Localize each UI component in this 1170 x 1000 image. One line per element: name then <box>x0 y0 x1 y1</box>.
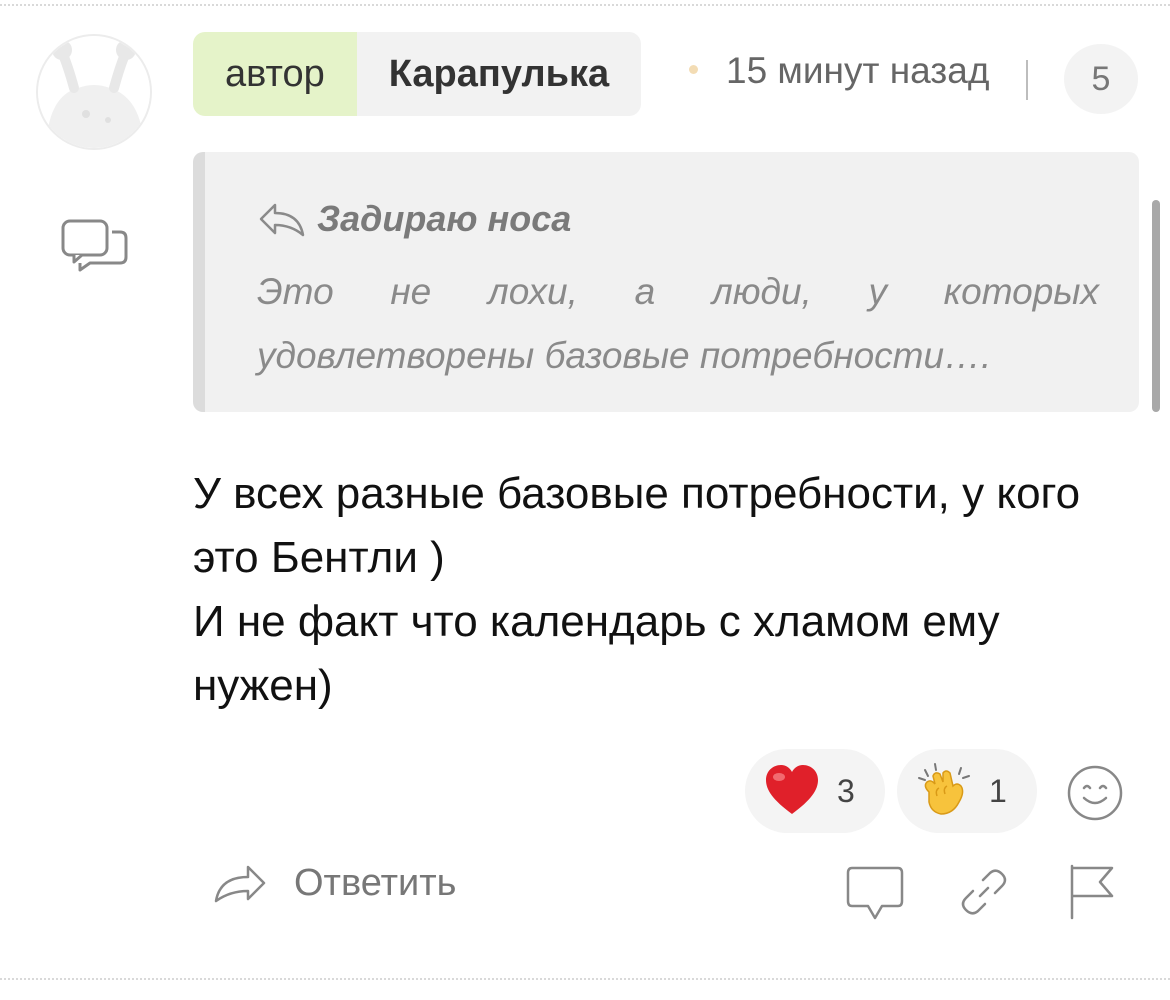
replies-icon[interactable] <box>60 218 130 276</box>
comment-body: У всех разные базовые потребности, у ког… <box>193 469 1081 710</box>
flag-icon[interactable] <box>1066 862 1118 922</box>
author-chip[interactable]: автор Карапулька <box>193 32 642 116</box>
reply-button[interactable]: Ответить <box>212 862 456 905</box>
author-name[interactable]: Карапулька <box>356 32 642 116</box>
text-cursor <box>1026 60 1028 100</box>
comment-icon[interactable] <box>844 864 906 922</box>
reply-arrow-icon <box>214 865 266 902</box>
reaction-count: 3 <box>837 772 855 809</box>
reaction-heart[interactable]: 3 <box>745 749 885 833</box>
quote-author: Задираю носа <box>317 198 572 239</box>
avatar[interactable] <box>36 34 152 150</box>
smiley-icon[interactable] <box>1066 764 1124 822</box>
reaction-count: 1 <box>989 772 1007 809</box>
comment-card: автор Карапулька 15 минут назад 5 Задира… <box>0 0 1170 1000</box>
bottom-divider <box>0 978 1170 980</box>
reaction-clap[interactable]: 1 <box>897 749 1037 833</box>
quoted-comment[interactable]: Задираю носа Это не лохи, а люди, у кото… <box>193 152 1139 412</box>
quote-author-row: Задираю носа <box>257 198 571 240</box>
separator-dot <box>689 65 698 74</box>
reply-arrow-icon <box>259 203 305 237</box>
link-icon[interactable] <box>956 864 1012 920</box>
heart-icon <box>766 765 818 814</box>
count-badge: 5 <box>1064 44 1138 114</box>
top-divider <box>0 4 1170 6</box>
timestamp[interactable]: 15 минут назад <box>726 50 989 92</box>
reply-label: Ответить <box>294 862 457 904</box>
scrollbar[interactable] <box>1152 200 1160 412</box>
quote-text: Это не лохи, а люди, у которых удовлетво… <box>257 271 1099 376</box>
clap-icon <box>918 763 970 815</box>
author-tag: автор <box>193 32 357 116</box>
snail-avatar-icon <box>38 36 150 148</box>
